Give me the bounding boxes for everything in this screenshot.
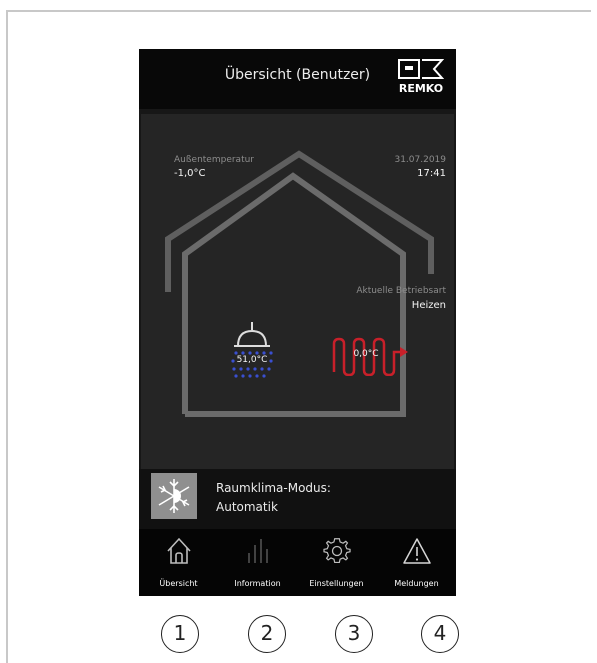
climate-mode-value: Automatik (216, 500, 278, 514)
nav-label-uebersicht: Übersicht (159, 579, 198, 588)
climate-mode-icon-box[interactable] (151, 473, 197, 519)
outdoor-temp-value: -1,0°C (174, 168, 206, 179)
callout-4: 4 (421, 615, 459, 653)
remko-logo: REMKO (398, 58, 444, 98)
bottom-nav: Übersicht Information Einstellungen Meld… (139, 529, 456, 596)
hot-water-widget[interactable]: 51,0°C (224, 320, 280, 382)
nav-label-meldungen: Meldungen (394, 579, 439, 588)
home-icon (167, 537, 191, 564)
heating-widget[interactable]: 0,0°C (330, 336, 412, 377)
nav-item-information[interactable]: Information (218, 529, 297, 596)
operating-mode-value: Heizen (411, 300, 446, 311)
nav-item-uebersicht[interactable]: Übersicht (139, 529, 218, 596)
callout-3: 3 (335, 615, 373, 653)
nav-label-information: Information (234, 579, 281, 588)
bar-chart-icon (248, 539, 268, 563)
time-label: 17:41 (417, 168, 446, 179)
climate-mode-bar[interactable]: Raumklima-Modus: Automatik (139, 469, 456, 529)
frame-top-line (6, 10, 591, 12)
gear-icon (323, 538, 351, 564)
hot-water-temp: 51,0°C (236, 355, 268, 365)
climate-mode-label: Raumklima-Modus: (216, 481, 331, 495)
snowflake-sun-icon (158, 479, 190, 513)
heating-temp: 0,0°C (353, 349, 379, 359)
nav-item-meldungen[interactable]: Meldungen (377, 529, 456, 596)
frame-left-line (6, 10, 8, 663)
nav-item-einstellungen[interactable]: Einstellungen (297, 529, 376, 596)
overview-panel: Außentemperatur -1,0°C 31.07.2019 17:41 … (141, 114, 454, 486)
header: Übersicht (Benutzer) REMKO (139, 49, 456, 109)
logo-text: REMKO (398, 82, 444, 95)
operating-mode-label: Aktuelle Betriebsart (356, 286, 446, 296)
warning-icon (403, 538, 431, 564)
shower-icon (231, 322, 273, 378)
logo-mark-icon (398, 59, 444, 79)
date-label: 31.07.2019 (394, 155, 446, 165)
app-screen: Übersicht (Benutzer) REMKO Außentemperat… (139, 49, 456, 596)
nav-label-einstellungen: Einstellungen (309, 579, 364, 588)
callout-1: 1 (161, 615, 199, 653)
outdoor-temp-label: Außentemperatur (174, 155, 255, 165)
callout-2: 2 (248, 615, 286, 653)
